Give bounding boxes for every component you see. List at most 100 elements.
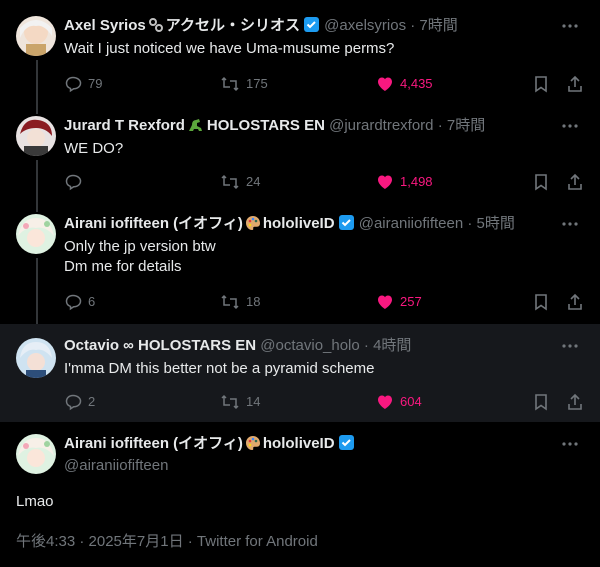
reply-count: 2 xyxy=(88,394,96,409)
share-icon xyxy=(568,173,582,190)
timestamp[interactable]: · 4時間 xyxy=(364,337,412,354)
timestamp[interactable]: · 7時間 xyxy=(410,17,458,34)
display-name[interactable]: Airani iofifteen (イオフィ) xyxy=(64,215,243,232)
like-button[interactable]: 4,435 xyxy=(376,74,433,94)
reply-button[interactable]: 2 xyxy=(64,392,95,412)
bookmark-icon xyxy=(535,76,547,93)
author-name-row: Axel Syrios アクセル・シリオス @axelsyrios · 7時間 xyxy=(64,16,560,36)
author-name-row: Jurard T Rexford HOLOSTARS EN @jurardtrex… xyxy=(64,116,560,136)
tweet-text-line: Only the jp version btw xyxy=(64,238,216,255)
reply-icon xyxy=(65,174,82,191)
reply-button[interactable]: 79 xyxy=(64,74,102,94)
bookmark-button[interactable] xyxy=(532,392,556,412)
retweet-icon xyxy=(221,394,239,410)
retweet-icon xyxy=(221,174,239,190)
tweet[interactable]: Jurard T Rexford HOLOSTARS EN @jurardtrex… xyxy=(0,116,600,212)
palette-emoji xyxy=(245,435,261,457)
retweet-button[interactable]: 175 xyxy=(220,74,268,94)
more-icon[interactable] xyxy=(560,338,580,354)
handle[interactable]: @airaniiofifteen xyxy=(359,215,463,232)
avatar[interactable] xyxy=(16,116,56,156)
tweet[interactable]: Octavio ∞ HOLOSTARS EN @octavio_holo · 4… xyxy=(0,324,600,422)
handle[interactable]: @jurardtrexford xyxy=(329,117,433,134)
action-bar: 2 14 604 xyxy=(64,392,588,412)
retweet-count: 175 xyxy=(246,76,268,91)
share-button[interactable] xyxy=(566,172,590,192)
bookmark-icon xyxy=(535,394,547,411)
retweet-icon xyxy=(221,294,239,310)
verified-badge-icon xyxy=(338,214,355,234)
reply-button[interactable] xyxy=(64,172,88,192)
display-name-suffix[interactable]: アクセル・シリオス xyxy=(166,17,300,34)
handle[interactable]: @airaniiofifteen xyxy=(64,456,168,476)
tweet-metadata[interactable]: 午後4:33 · 2025年7月1日 · Twitter for Android xyxy=(16,532,318,552)
action-bar: 79 175 4,435 xyxy=(64,74,588,94)
heart-icon xyxy=(378,395,392,409)
retweet-button[interactable]: 14 xyxy=(220,392,260,412)
avatar[interactable] xyxy=(16,434,56,474)
heart-icon xyxy=(378,295,392,309)
heart-icon xyxy=(378,77,392,91)
tweet-text: Only the jp version btw Dm me for detail… xyxy=(64,237,580,277)
share-button[interactable] xyxy=(566,392,590,412)
bookmark-button[interactable] xyxy=(532,74,556,94)
like-count: 604 xyxy=(400,394,422,409)
bookmark-icon xyxy=(535,174,547,191)
retweet-count: 24 xyxy=(246,174,261,189)
more-icon[interactable] xyxy=(560,118,580,134)
like-button[interactable]: 257 xyxy=(376,292,422,312)
bookmark-icon xyxy=(535,294,547,311)
display-name-suffix[interactable]: hololiveID xyxy=(263,215,335,232)
share-button[interactable] xyxy=(566,292,590,312)
tweet-text: Lmao xyxy=(16,493,54,510)
timestamp[interactable]: · 5時間 xyxy=(467,215,515,232)
more-icon[interactable] xyxy=(560,216,580,232)
main-tweet: Airani iofifteen (イオフィ) hololiveID @airan… xyxy=(0,426,600,567)
retweet-icon xyxy=(221,76,239,92)
retweet-count: 14 xyxy=(246,394,261,409)
display-name[interactable]: Octavio ∞ HOLOSTARS EN xyxy=(64,337,256,354)
handle[interactable]: @axelsyrios xyxy=(324,17,406,34)
verified-badge-icon xyxy=(338,434,355,457)
author-name-row: Airani iofifteen (イオフィ) hololiveID @airan… xyxy=(64,214,560,234)
share-icon xyxy=(568,75,582,92)
display-name-suffix[interactable]: hololiveID xyxy=(263,435,335,452)
dinosaur-emoji xyxy=(187,117,205,136)
like-button[interactable]: 1,498 xyxy=(376,172,433,192)
reply-count: 6 xyxy=(88,294,96,309)
reply-button[interactable]: 6 xyxy=(64,292,95,312)
display-name-suffix[interactable]: HOLOSTARS EN xyxy=(207,117,325,134)
action-bar: 6 18 257 xyxy=(64,292,588,312)
display-name[interactable]: Airani iofifteen (イオフィ) xyxy=(64,435,243,452)
avatar[interactable] xyxy=(16,16,56,56)
display-name[interactable]: Axel Syrios xyxy=(64,17,146,34)
verified-badge-icon xyxy=(303,16,320,36)
chain-link-emoji xyxy=(148,17,164,36)
avatar[interactable] xyxy=(16,214,56,254)
tweet-text: WE DO? xyxy=(64,140,124,157)
share-icon xyxy=(568,293,582,310)
more-icon[interactable] xyxy=(560,18,580,34)
avatar[interactable] xyxy=(16,338,56,378)
like-count: 4,435 xyxy=(400,76,433,91)
share-button[interactable] xyxy=(566,74,590,94)
tweet-text: Wait I just noticed we have Uma-musume p… xyxy=(64,40,395,57)
tweet-text-line: Dm me for details xyxy=(64,258,182,275)
reply-icon xyxy=(65,76,82,93)
retweet-button[interactable]: 24 xyxy=(220,172,260,192)
like-count: 257 xyxy=(400,294,422,309)
display-name[interactable]: Jurard T Rexford xyxy=(64,117,185,134)
handle[interactable]: @octavio_holo xyxy=(260,337,359,354)
tweet[interactable]: Axel Syrios アクセル・シリオス @axelsyrios · 7時間 W… xyxy=(0,16,600,112)
more-icon[interactable] xyxy=(560,436,580,452)
like-button[interactable]: 604 xyxy=(376,392,422,412)
timestamp[interactable]: · 7時間 xyxy=(438,117,486,134)
reply-icon xyxy=(65,294,82,311)
bookmark-button[interactable] xyxy=(532,172,556,192)
bookmark-button[interactable] xyxy=(532,292,556,312)
author-name-row: Airani iofifteen (イオフィ) hololiveID xyxy=(64,434,355,457)
tweet[interactable]: Airani iofifteen (イオフィ) hololiveID @airan… xyxy=(0,214,600,324)
like-count: 1,498 xyxy=(400,174,433,189)
retweet-button[interactable]: 18 xyxy=(220,292,260,312)
palette-emoji xyxy=(245,215,261,234)
